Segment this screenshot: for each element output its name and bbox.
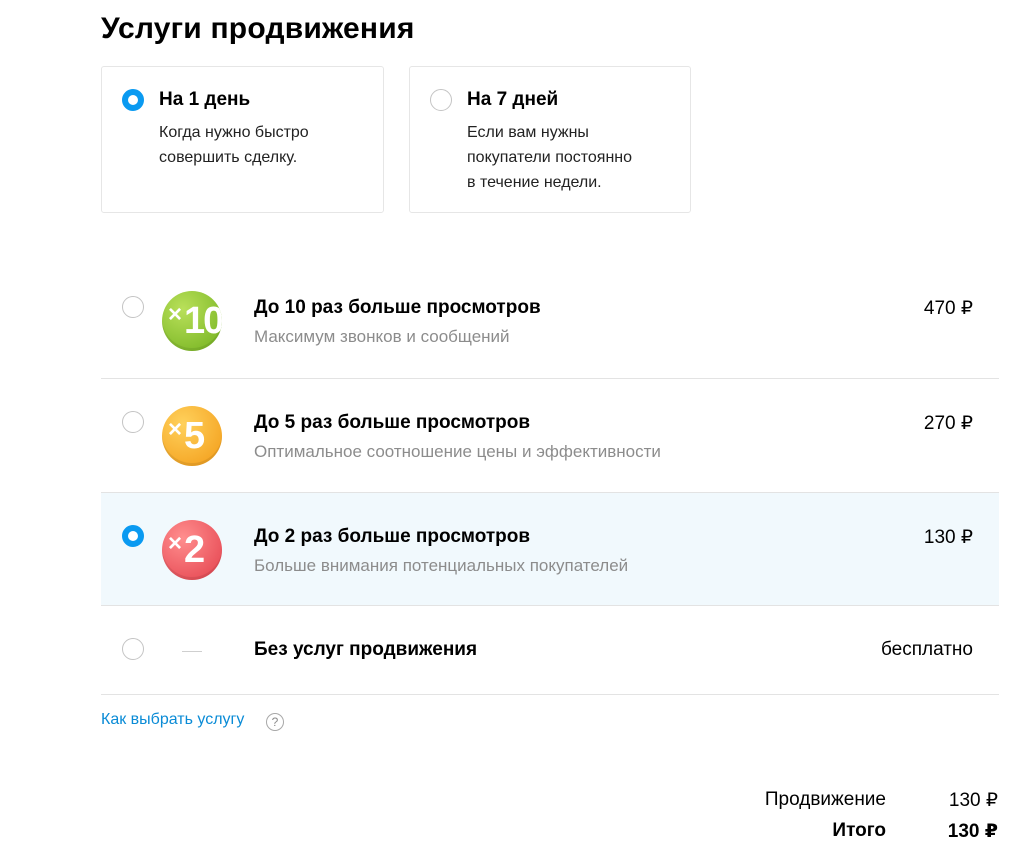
promotion-price: 130 ₽ [923,527,973,548]
promotion-title: До 2 раз больше просмотров [254,526,531,547]
promotion-subtitle: Больше внимания потенциальных покупателе… [254,556,629,575]
x2-badge-icon: × 2 [162,520,222,580]
promotion-radio-x5[interactable] [122,411,144,433]
duration-radio-7-days[interactable] [430,89,452,111]
promotion-title: До 5 раз больше просмотров [254,412,531,433]
promotion-option-x10[interactable]: × 10 До 10 раз больше просмотров Максиму… [101,264,999,379]
duration-option-1-day[interactable]: На 1 день Когда нужно быстро совершить с… [101,66,384,213]
promotion-option-x2[interactable]: × 2 До 2 раз больше просмотров Больше вн… [101,493,999,606]
duration-title: На 7 дней [467,89,559,110]
duration-radio-1-day[interactable] [122,89,144,111]
how-to-choose-link[interactable]: Как выбрать услугу [101,711,244,729]
promotion-price: 270 ₽ [923,413,973,434]
promotion-radio-x2[interactable] [122,525,144,547]
promotion-sum-value: 130 ₽ [948,790,998,811]
total-value: 130 ₽ [947,821,998,842]
page-title: Услуги продвижения [101,12,415,45]
duration-option-7-days[interactable]: На 7 дней Если вам нужны покупатели пост… [409,66,691,213]
promotion-price: бесплатно [880,639,973,660]
question-circle-icon[interactable]: ? [266,713,284,731]
total-label: Итого [832,820,886,841]
duration-title: На 1 день [159,89,251,110]
promotion-option-none[interactable]: Без услуг продвижения бесплатно [101,606,999,695]
promotion-subtitle: Максимум звонков и сообщений [254,327,510,346]
promotion-title: Без услуг продвижения [254,639,478,660]
promotion-title: До 10 раз больше просмотров [254,297,541,318]
dash-icon [182,651,202,652]
x5-badge-icon: × 5 [162,406,222,466]
promotion-price: 470 ₽ [923,298,973,319]
promotion-sum-label: Продвижение [764,789,886,810]
promotion-radio-x10[interactable] [122,296,144,318]
promotion-option-x5[interactable]: × 5 До 5 раз больше просмотров Оптимальн… [101,379,999,493]
duration-description: Если вам нужны покупатели постоянно в те… [467,124,633,191]
x10-badge-icon: × 10 [162,291,222,351]
promotion-subtitle: Оптимальное соотношение цены и эффективн… [254,442,661,461]
duration-description: Когда нужно быстро совершить сделку. [159,124,309,166]
promotion-radio-none[interactable] [122,638,144,660]
